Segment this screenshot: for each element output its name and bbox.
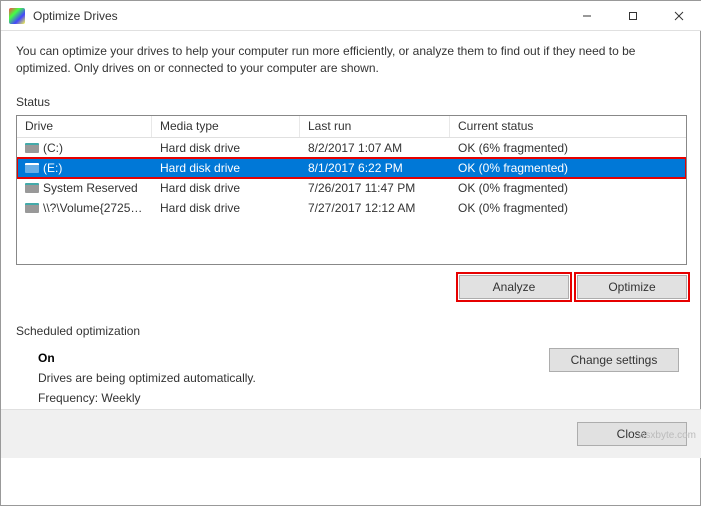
schedule-info: On Drives are being optimized automatica…: [38, 348, 256, 409]
maximize-button[interactable]: [610, 1, 656, 31]
drive-status: OK (6% fragmented): [450, 139, 686, 157]
content-area: You can optimize your drives to help you…: [1, 31, 701, 409]
status-label: Status: [16, 95, 687, 109]
drive-icon: [25, 163, 39, 173]
optimize-button[interactable]: Optimize: [577, 275, 687, 299]
drive-name: (E:): [17, 159, 152, 177]
table-row[interactable]: \\?\Volume{27258... Hard disk drive 7/27…: [17, 198, 686, 218]
column-header-drive[interactable]: Drive: [17, 116, 152, 137]
minimize-button[interactable]: [564, 1, 610, 31]
table-row[interactable]: System Reserved Hard disk drive 7/26/201…: [17, 178, 686, 198]
drive-icon: [25, 183, 39, 193]
drive-status: OK (0% fragmented): [450, 179, 686, 197]
footer: Close: [1, 409, 701, 458]
app-icon: [9, 8, 25, 24]
drive-name: System Reserved: [17, 179, 152, 197]
column-header-status[interactable]: Current status: [450, 116, 686, 137]
schedule-block: On Drives are being optimized automatica…: [16, 348, 687, 409]
drive-status: OK (0% fragmented): [450, 199, 686, 217]
watermark-text: wsxbyte.com: [638, 430, 696, 441]
drive-media: Hard disk drive: [152, 179, 300, 197]
column-header-media[interactable]: Media type: [152, 116, 300, 137]
titlebar: Optimize Drives: [1, 1, 701, 31]
drive-name: (C:): [17, 139, 152, 157]
schedule-state: On: [38, 348, 256, 368]
drive-media: Hard disk drive: [152, 199, 300, 217]
close-window-button[interactable]: [656, 1, 701, 31]
action-buttons-row: Analyze Optimize: [16, 275, 687, 299]
drive-last-run: 8/1/2017 6:22 PM: [300, 159, 450, 177]
drive-icon: [25, 143, 39, 153]
column-header-last-run[interactable]: Last run: [300, 116, 450, 137]
change-settings-button[interactable]: Change settings: [549, 348, 679, 372]
drive-media: Hard disk drive: [152, 159, 300, 177]
drive-name: \\?\Volume{27258...: [17, 199, 152, 217]
drive-last-run: 7/27/2017 12:12 AM: [300, 199, 450, 217]
window-title: Optimize Drives: [33, 9, 118, 23]
drive-media: Hard disk drive: [152, 139, 300, 157]
scheduled-optimization-label: Scheduled optimization: [16, 324, 687, 338]
drive-status: OK (0% fragmented): [450, 159, 686, 177]
analyze-button[interactable]: Analyze: [459, 275, 569, 299]
schedule-line2: Frequency: Weekly: [38, 388, 256, 408]
drive-list-header: Drive Media type Last run Current status: [17, 116, 686, 138]
drive-last-run: 7/26/2017 11:47 PM: [300, 179, 450, 197]
schedule-line1: Drives are being optimized automatically…: [38, 368, 256, 388]
drive-icon: [25, 203, 39, 213]
table-row[interactable]: (C:) Hard disk drive 8/2/2017 1:07 AM OK…: [17, 138, 686, 158]
drive-list: Drive Media type Last run Current status…: [16, 115, 687, 265]
drive-last-run: 8/2/2017 1:07 AM: [300, 139, 450, 157]
table-row[interactable]: (E:) Hard disk drive 8/1/2017 6:22 PM OK…: [17, 158, 686, 178]
description-text: You can optimize your drives to help you…: [16, 43, 687, 77]
